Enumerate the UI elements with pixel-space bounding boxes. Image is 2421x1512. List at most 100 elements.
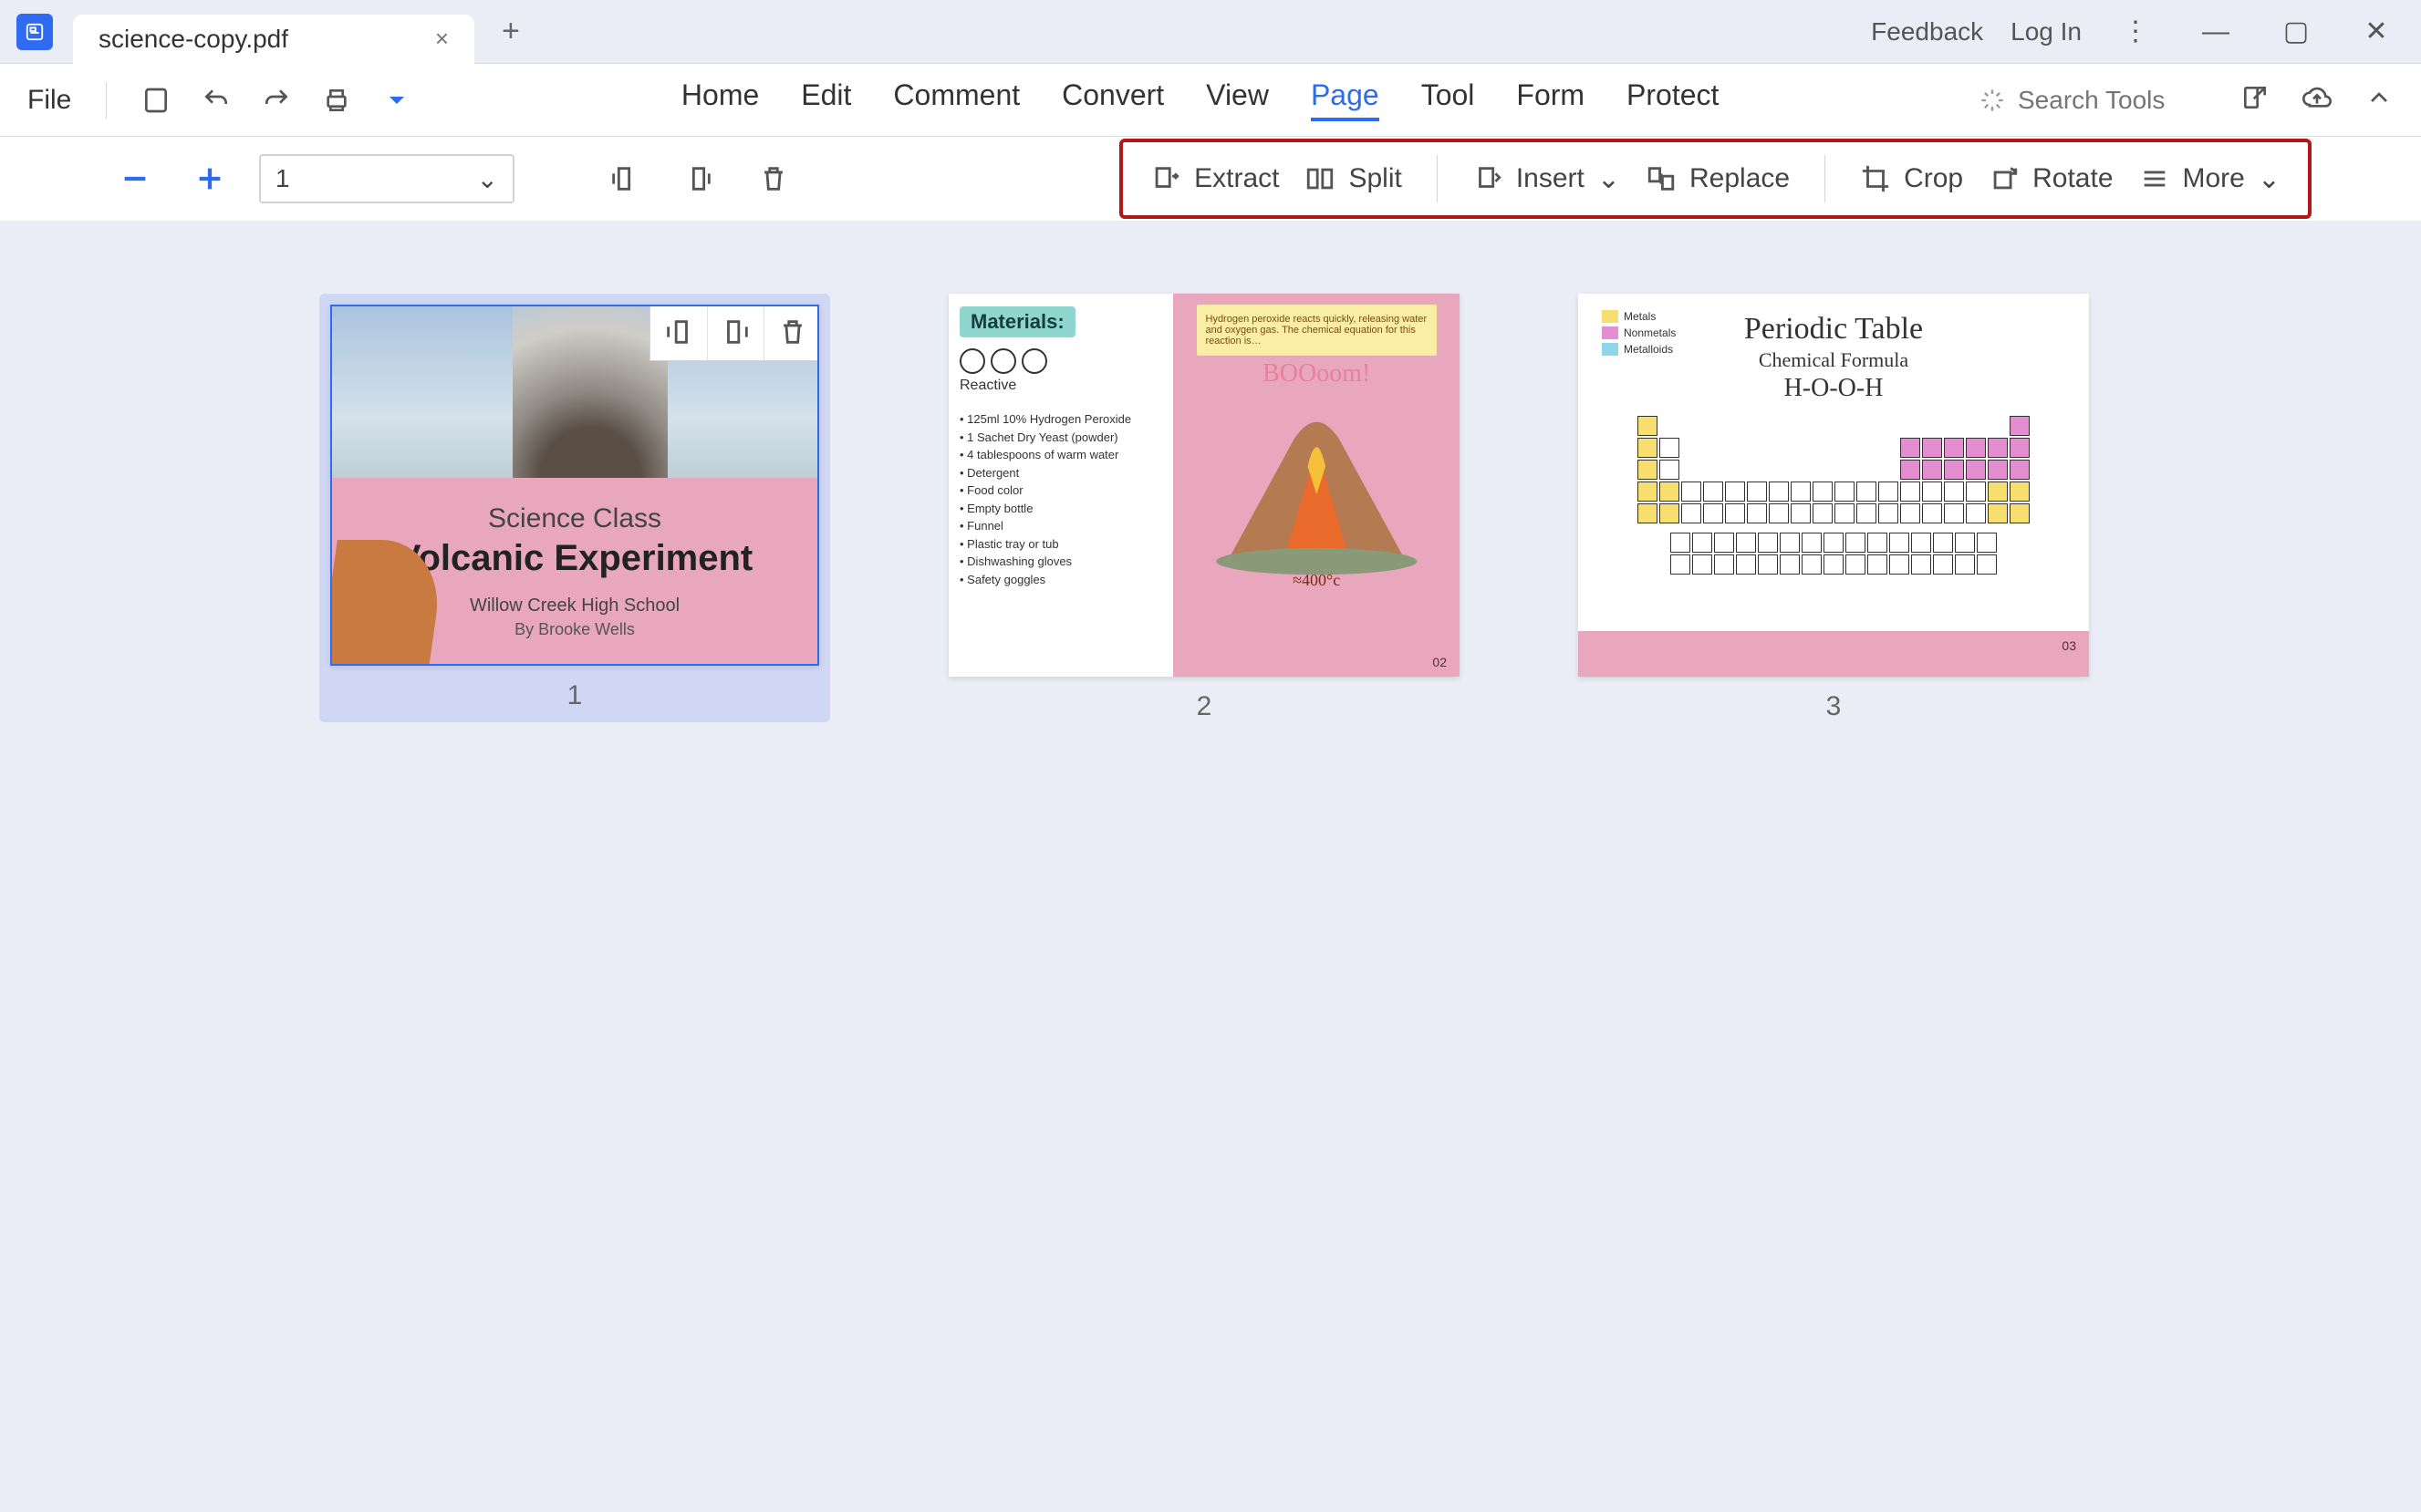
main-menu: Home Edit Comment Convert View Page Tool… xyxy=(681,78,1720,121)
menu-protect[interactable]: Protect xyxy=(1626,78,1719,121)
extract-label: Extract xyxy=(1194,163,1279,194)
legend: Metals Nonmetals Metalloids xyxy=(1602,310,1676,356)
page-thumb-1[interactable]: Science Class Volcanic Experiment Willow… xyxy=(319,294,830,722)
replace-label: Replace xyxy=(1689,163,1790,194)
collapse-ribbon-icon[interactable] xyxy=(2364,83,2394,117)
more-button[interactable]: More ⌄ xyxy=(2139,163,2281,195)
slide2-right: Hydrogen peroxide reacts quickly, releas… xyxy=(1173,294,1460,677)
file-menu[interactable]: File xyxy=(27,85,71,116)
new-blank-icon[interactable] xyxy=(132,77,180,124)
replace-button[interactable]: Replace xyxy=(1646,163,1790,194)
slide1-author: By Brooke Wells xyxy=(514,620,635,639)
separator xyxy=(106,82,107,119)
menu-page[interactable]: Page xyxy=(1311,78,1379,121)
separator xyxy=(1824,155,1825,202)
molecule-label: Reactive xyxy=(960,378,1162,394)
delete-page-icon[interactable] xyxy=(764,305,819,360)
search-input[interactable] xyxy=(2018,86,2200,115)
titlebar: science-copy.pdf × + Feedback Log In ⋮ —… xyxy=(0,0,2421,64)
slide3-body: Metals Nonmetals Metalloids Periodic Tab… xyxy=(1578,294,2089,631)
insert-after-icon[interactable] xyxy=(673,153,724,204)
page-number-select[interactable]: 1 ⌄ xyxy=(259,154,514,203)
insert-after-icon[interactable] xyxy=(707,305,764,360)
molecules-icon xyxy=(960,348,1162,374)
page-thumb-2[interactable]: Materials: Reactive • 125ml 10% Hydrogen… xyxy=(949,294,1460,722)
more-label: More xyxy=(2183,163,2245,194)
feedback-link[interactable]: Feedback xyxy=(1871,17,1983,47)
tab-title: science-copy.pdf xyxy=(99,25,288,54)
insert-before-icon[interactable] xyxy=(598,153,649,204)
legend-item: Metalloids xyxy=(1624,343,1673,356)
slide1-title-band: Science Class Volcanic Experiment Willow… xyxy=(332,478,817,664)
login-link[interactable]: Log In xyxy=(2011,17,2082,47)
split-button[interactable]: Split xyxy=(1304,163,1401,194)
kebab-menu-icon[interactable]: ⋮ xyxy=(2109,16,2162,47)
thumb-mini-toolbar xyxy=(649,305,819,361)
boom-label: BOOoom! xyxy=(1262,359,1370,388)
insert-before-icon[interactable] xyxy=(650,305,707,360)
legend-item: Metals xyxy=(1624,310,1656,323)
legend-item: Nonmetals xyxy=(1624,326,1676,339)
page-thumb-3[interactable]: Metals Nonmetals Metalloids Periodic Tab… xyxy=(1578,294,2089,722)
page-thumbnails-area: Science Class Volcanic Experiment Willow… xyxy=(0,221,2421,722)
sparkle-icon xyxy=(1979,88,2005,113)
delete-page-icon[interactable] xyxy=(748,153,799,204)
document-tab[interactable]: science-copy.pdf × xyxy=(73,15,474,64)
chevron-down-icon: ⌄ xyxy=(1597,163,1620,195)
split-label: Split xyxy=(1348,163,1401,194)
quick-dropdown-icon[interactable] xyxy=(373,77,421,124)
page-number: 2 xyxy=(1197,691,1212,722)
separator xyxy=(1437,155,1438,202)
new-tab-button[interactable]: + xyxy=(502,14,520,49)
page-tools-group: Extract Split Insert ⌄ Replace Crop Rota… xyxy=(1119,139,2312,219)
menu-comment[interactable]: Comment xyxy=(893,78,1020,121)
zoom-in-button[interactable] xyxy=(184,153,235,204)
undo-icon[interactable] xyxy=(192,77,240,124)
search-tools[interactable] xyxy=(1979,86,2200,115)
menu-home[interactable]: Home xyxy=(681,78,759,121)
page-number: 1 xyxy=(567,680,583,711)
menubar: File Home Edit Comment Convert View Page… xyxy=(0,64,2421,137)
slide2-left: Materials: Reactive • 125ml 10% Hydrogen… xyxy=(949,294,1173,677)
periodic-table xyxy=(1602,416,2065,523)
redo-icon[interactable] xyxy=(253,77,300,124)
slide3-formula: H-O-O-H xyxy=(1602,374,2065,403)
rotate-label: Rotate xyxy=(2032,163,2113,194)
slide1-school: Willow Creek High School xyxy=(470,595,680,616)
materials-list: • 125ml 10% Hydrogen Peroxide• 1 Sachet … xyxy=(960,410,1162,588)
maximize-icon[interactable]: ▢ xyxy=(2270,16,2322,47)
slide3-footer-band: 03 xyxy=(1578,631,2089,677)
minimize-icon[interactable]: — xyxy=(2189,16,2242,47)
chevron-down-icon: ⌄ xyxy=(2258,163,2281,195)
slide1-subtitle: Science Class xyxy=(488,503,661,534)
sticky-note: Hydrogen peroxide reacts quickly, releas… xyxy=(1197,305,1437,356)
chevron-down-icon: ⌄ xyxy=(477,164,498,194)
page-number-value: 1 xyxy=(275,164,290,193)
zoom-out-button[interactable] xyxy=(109,153,161,204)
slide2-pagenum: 02 xyxy=(1432,655,1447,669)
close-window-icon[interactable]: ✕ xyxy=(2350,16,2403,47)
menu-convert[interactable]: Convert xyxy=(1062,78,1164,121)
open-external-icon[interactable] xyxy=(2240,83,2270,117)
menu-form[interactable]: Form xyxy=(1516,78,1585,121)
rotate-button[interactable]: Rotate xyxy=(1989,163,2113,194)
page-number: 3 xyxy=(1826,691,1842,722)
crop-label: Crop xyxy=(1904,163,1963,194)
materials-badge: Materials: xyxy=(960,306,1075,337)
menu-edit[interactable]: Edit xyxy=(801,78,851,121)
tab-close-icon[interactable]: × xyxy=(435,25,449,53)
insert-label: Insert xyxy=(1516,163,1585,194)
slide3-pagenum: 03 xyxy=(2062,638,2076,653)
menu-view[interactable]: View xyxy=(1206,78,1269,121)
insert-button[interactable]: Insert ⌄ xyxy=(1472,163,1620,195)
app-logo xyxy=(16,14,53,50)
page-toolbar: 1 ⌄ Extract Split Insert ⌄ Replace Crop xyxy=(0,137,2421,221)
menu-tool[interactable]: Tool xyxy=(1421,78,1475,121)
crop-button[interactable]: Crop xyxy=(1860,163,1963,194)
extract-button[interactable]: Extract xyxy=(1150,163,1279,194)
slide1-title: Volcanic Experiment xyxy=(397,538,753,579)
volcano-illustration xyxy=(1205,392,1429,585)
periodic-table-lanth xyxy=(1602,533,2065,575)
print-icon[interactable] xyxy=(313,77,360,124)
cloud-upload-icon[interactable] xyxy=(2302,83,2332,117)
